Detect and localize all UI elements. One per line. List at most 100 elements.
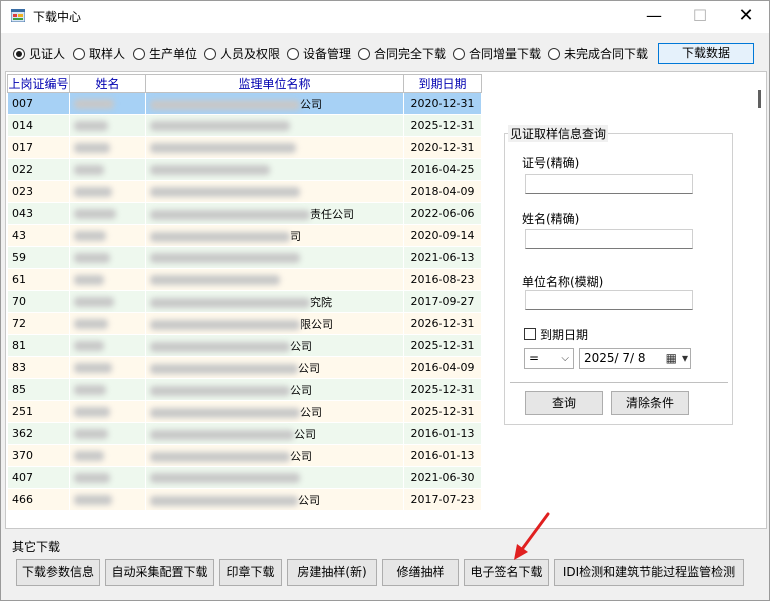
redacted-blur bbox=[74, 407, 110, 417]
cell-cert-no: 81 bbox=[7, 334, 70, 357]
redacted-blur bbox=[74, 253, 110, 263]
radio-sampler[interactable]: 取样人 bbox=[73, 45, 125, 61]
table-row[interactable]: 466 公司 2017-07-23 bbox=[7, 488, 482, 511]
cell-cert-no: 362 bbox=[7, 422, 70, 445]
radio-manufacturer[interactable]: 生产单位 bbox=[133, 45, 197, 61]
redacted-blur bbox=[150, 143, 296, 153]
table-row[interactable]: 72 限公司 2026-12-31 bbox=[7, 312, 482, 335]
maximize-button[interactable]: ☐ bbox=[677, 1, 723, 33]
download-data-button[interactable]: 下载数据 bbox=[658, 43, 754, 64]
cell-name-redacted bbox=[69, 246, 146, 269]
table-row[interactable]: 251 公司 2025-12-31 bbox=[7, 400, 482, 423]
table-row[interactable]: 017 2020-12-31 bbox=[7, 136, 482, 159]
table-row[interactable]: 59 2021-06-13 bbox=[7, 246, 482, 269]
unit-name-visible-tail: 公司 bbox=[300, 405, 322, 419]
name-input[interactable] bbox=[525, 229, 693, 249]
query-separator bbox=[510, 382, 728, 383]
column-header-expiry[interactable]: 到期日期 bbox=[403, 74, 482, 93]
table-row[interactable]: 83 公司 2016-04-09 bbox=[7, 356, 482, 379]
table-row[interactable]: 370 公司 2016-01-13 bbox=[7, 444, 482, 467]
unit-name-visible-tail: 公司 bbox=[300, 97, 322, 111]
radio-staff-permissions[interactable]: 人员及权限 bbox=[204, 45, 280, 61]
radio-contract-incremental[interactable]: 合同增量下载 bbox=[453, 45, 541, 61]
e-signature-download-button[interactable]: 电子签名下载 bbox=[464, 559, 549, 586]
grid-vertical-scrollbar[interactable] bbox=[756, 74, 764, 524]
cell-cert-no: 023 bbox=[7, 180, 70, 203]
table-row[interactable]: 023 2018-04-09 bbox=[7, 180, 482, 203]
expiry-date-picker[interactable]: 2025/ 7/ 8 ▦ ▾ bbox=[579, 348, 691, 369]
dropdown-arrow-icon[interactable]: ▾ bbox=[682, 349, 688, 368]
table-row[interactable]: 362 公司 2016-01-13 bbox=[7, 422, 482, 445]
unit-name-visible-tail: 责任公司 bbox=[310, 207, 354, 221]
operator-select[interactable]: = ⌵ bbox=[524, 348, 574, 369]
table-row[interactable]: 022 2016-04-25 bbox=[7, 158, 482, 181]
cell-cert-no: 014 bbox=[7, 114, 70, 137]
table-row[interactable]: 043 责任公司 2022-06-06 bbox=[7, 202, 482, 225]
unit-name-visible-tail: 限公司 bbox=[300, 317, 333, 331]
table-row[interactable]: 43 司 2020-09-14 bbox=[7, 224, 482, 247]
radio-equipment[interactable]: 设备管理 bbox=[287, 45, 351, 61]
redacted-blur bbox=[74, 209, 116, 219]
expiry-label: 到期日期 bbox=[540, 328, 589, 342]
redacted-blur bbox=[74, 121, 108, 131]
cell-name-redacted bbox=[69, 268, 146, 291]
auto-collect-config-button[interactable]: 自动采集配置下载 bbox=[105, 559, 214, 586]
table-row[interactable]: 70 究院 2017-09-27 bbox=[7, 290, 482, 313]
cell-name-redacted bbox=[69, 114, 146, 137]
table-row[interactable]: 61 2016-08-23 bbox=[7, 268, 482, 291]
radio-label: 生产单位 bbox=[149, 47, 198, 61]
cell-unit-name: 公司 bbox=[145, 356, 404, 379]
column-header-cert-no[interactable]: 上岗证编号 bbox=[7, 74, 70, 93]
table-header-row: 上岗证编号 姓名 监理单位名称 到期日期 bbox=[7, 74, 482, 93]
cert-no-input[interactable] bbox=[525, 174, 693, 194]
cell-expiry-date: 2020-12-31 bbox=[403, 136, 482, 159]
building-sampling-new-button[interactable]: 房建抽样(新) bbox=[287, 559, 377, 586]
radio-witness[interactable]: 见证人 bbox=[13, 45, 65, 61]
redacted-blur bbox=[74, 99, 114, 109]
search-button[interactable]: 查询 bbox=[525, 391, 603, 415]
column-header-name[interactable]: 姓名 bbox=[69, 74, 146, 93]
table-row[interactable]: 85 公司 2025-12-31 bbox=[7, 378, 482, 401]
table-row[interactable]: 007 公司 2020-12-31 bbox=[7, 92, 482, 115]
radio-label: 人员及权限 bbox=[220, 47, 281, 61]
cell-unit-name bbox=[145, 466, 404, 489]
expiry-checkbox[interactable] bbox=[524, 328, 536, 340]
redacted-blur bbox=[74, 275, 104, 285]
table-row[interactable]: 81 公司 2025-12-31 bbox=[7, 334, 482, 357]
redacted-blur bbox=[74, 187, 112, 197]
cell-cert-no: 72 bbox=[7, 312, 70, 335]
redacted-blur bbox=[150, 495, 298, 506]
download-params-button[interactable]: 下载参数信息 bbox=[16, 559, 100, 586]
cell-expiry-date: 2022-06-06 bbox=[403, 202, 482, 225]
cell-cert-no: 83 bbox=[7, 356, 70, 379]
cell-cert-no: 370 bbox=[7, 444, 70, 467]
close-button[interactable]: ✕ bbox=[723, 1, 769, 33]
scrollbar-thumb[interactable] bbox=[758, 90, 761, 108]
cell-unit-name: 公司 bbox=[145, 378, 404, 401]
idi-energy-inspection-button[interactable]: IDI检测和建筑节能过程监管检测 bbox=[554, 559, 744, 586]
repair-sampling-button[interactable]: 修缮抽样 bbox=[382, 559, 459, 586]
radio-dot bbox=[287, 48, 299, 60]
cell-expiry-date: 2025-12-31 bbox=[403, 378, 482, 401]
column-header-unit[interactable]: 监理单位名称 bbox=[145, 74, 404, 93]
cell-cert-no: 85 bbox=[7, 378, 70, 401]
radio-contract-full[interactable]: 合同完全下载 bbox=[358, 45, 446, 61]
cell-expiry-date: 2020-09-14 bbox=[403, 224, 482, 247]
redacted-blur bbox=[74, 165, 104, 175]
calendar-icon[interactable]: ▦ bbox=[666, 349, 677, 368]
table-row[interactable]: 407 2021-06-30 bbox=[7, 466, 482, 489]
unit-name-visible-tail: 公司 bbox=[290, 449, 312, 463]
redacted-blur bbox=[150, 253, 300, 263]
clear-conditions-button[interactable]: 清除条件 bbox=[611, 391, 689, 415]
cell-unit-name: 公司 bbox=[145, 400, 404, 423]
cell-unit-name: 限公司 bbox=[145, 312, 404, 335]
unit-name-input[interactable] bbox=[525, 290, 693, 310]
seal-download-button[interactable]: 印章下载 bbox=[219, 559, 282, 586]
cell-name-redacted bbox=[69, 378, 146, 401]
minimize-button[interactable]: — bbox=[631, 1, 677, 33]
cell-cert-no: 007 bbox=[7, 92, 70, 115]
cell-expiry-date: 2017-07-23 bbox=[403, 488, 482, 511]
cell-unit-name: 公司 bbox=[145, 334, 404, 357]
radio-contract-unfinished[interactable]: 未完成合同下载 bbox=[548, 45, 648, 61]
table-row[interactable]: 014 2025-12-31 bbox=[7, 114, 482, 137]
